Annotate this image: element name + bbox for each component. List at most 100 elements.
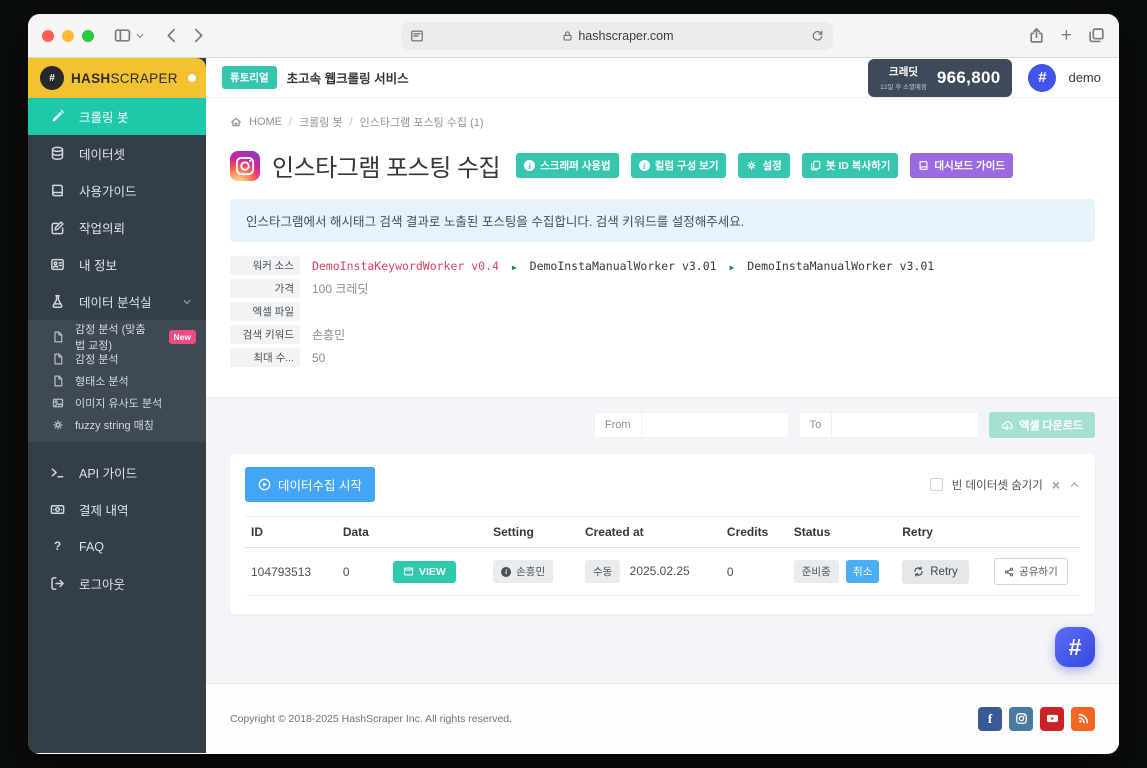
to-label: To [798,412,832,438]
credit-badge[interactable]: 크레딧 12일 후 소멸예정 966,800 [868,58,1013,97]
reload-icon[interactable] [811,29,824,42]
user-avatar[interactable]: # [1028,63,1057,92]
service-tagline: 초고속 웹크롤링 서비스 [286,72,409,86]
start-collection-button[interactable]: 데이터수집 시작 [245,467,375,502]
close-icon[interactable]: × [1052,478,1060,492]
results-section: From To 엑셀 다운로드 데이터수집 시작 빈 데이터셋 숨기기 × ID… [206,397,1119,683]
chevron-down-icon[interactable] [135,31,145,41]
info-icon: i [638,160,650,171]
dataset-card-toolbar: 데이터수집 시작 빈 데이터셋 숨기기 × [245,467,1080,502]
breadcrumb-home[interactable]: HOME [249,116,282,128]
desktop-background: hashscraper.com + # HASHSCRAPER 크롤링 봇 데이… [0,0,1147,768]
worker-source-link[interactable]: DemoInstaKeywordWorker v0.4 [312,259,499,273]
forward-icon[interactable] [190,27,207,44]
sidebar-item-my-info[interactable]: 내 정보 [28,246,206,283]
divider [28,442,206,454]
chevron-up-icon[interactable] [1069,479,1080,490]
sidebar-item-logout[interactable]: 로그아웃 [28,565,206,602]
detail-worker-source: 워커 소스 DemoInstaKeywordWorker v0.4 ▶ Demo… [230,256,1095,275]
minimize-window-button[interactable] [62,29,74,42]
share-page-icon[interactable] [1028,27,1045,44]
col-view [386,516,488,548]
instagram-icon[interactable] [1009,706,1033,731]
facebook-icon[interactable]: f [978,706,1002,731]
app-header: 튜토리얼 초고속 웹크롤링 서비스 크레딧 12일 후 소멸예정 966,800… [206,58,1119,98]
sidebar-item-user-guide[interactable]: 사용가이드 [28,172,206,209]
rss-icon[interactable] [1071,706,1095,731]
close-window-button[interactable] [42,29,54,42]
flask-icon [50,294,65,309]
scraper-usage-button[interactable]: i 스크래퍼 사용법 [516,153,619,178]
sidebar-item-api-guide[interactable]: API 가이드 [28,454,206,491]
data-lab-submenu: 감정 분석 (맞춤법 교정) New 감정 분석 형태소 분석 이미지 유사도 … [28,320,206,442]
dataset-table: ID Data Setting Created at Credits Statu… [245,516,1080,596]
new-tab-icon[interactable]: + [1061,26,1072,45]
share-button[interactable]: 공유하기 [994,558,1068,585]
gear-icon [746,160,757,171]
home-icon[interactable] [230,116,242,128]
dataset-card: 데이터수집 시작 빈 데이터셋 숨기기 × ID Data Setting Cr… [230,454,1095,614]
chat-widget-button[interactable]: # [1055,627,1095,667]
show-tabs-icon[interactable] [1088,27,1105,44]
back-icon[interactable] [163,27,180,44]
retry-button[interactable]: Retry [902,559,969,584]
breadcrumb-section[interactable]: 크롤링 봇 [299,114,343,130]
sidebar-item-data-lab[interactable]: 데이터 분석실 [28,283,206,320]
file-icon [52,375,64,387]
sidebar-collapse-dot[interactable] [188,74,196,82]
submenu-morpheme[interactable]: 형태소 분석 [28,370,206,392]
status-cancel-badge[interactable]: 취소 [846,560,880,583]
copy-bot-id-button[interactable]: 봇 ID 복사하기 [801,153,899,178]
question-icon: ? [53,539,62,553]
cell-status: 준비중 취소 [787,547,897,596]
view-button[interactable]: VIEW [392,560,456,583]
zoom-window-button[interactable] [82,29,94,42]
detail-max-count: 최대 수... 50 [230,348,1095,367]
from-date-input[interactable] [640,412,789,438]
cell-data-count: 0 [336,547,387,596]
hide-empty-checkbox[interactable] [929,478,943,491]
sidebar: # HASHSCRAPER 크롤링 봇 데이터셋 사용가이드 작업의뢰 내 정보… [28,58,206,753]
submenu-sentiment-spellcheck[interactable]: 감정 분석 (맞춤법 교정) New [28,324,206,352]
from-label: From [593,412,641,438]
sidebar-item-crawling-bot[interactable]: 크롤링 봇 [28,98,206,135]
file-icon [52,331,64,343]
bot-details: 워커 소스 DemoInstaKeywordWorker v0.4 ▶ Demo… [230,256,1095,397]
sidebar-item-faq[interactable]: ? FAQ [28,528,206,565]
submenu-image-similarity[interactable]: 이미지 유사도 분석 [28,392,206,414]
sidebar-logo[interactable]: # HASHSCRAPER [28,58,206,98]
to-date-input[interactable] [831,412,980,438]
page-title: 인스타그램 포스팅 수집 [272,155,501,182]
submenu-fuzzy-string[interactable]: fuzzy string 매칭 [28,414,206,436]
cell-id: 104793513 [245,547,337,596]
setting-badge[interactable]: i 손흥민 [493,560,554,583]
col-retry: Retry [896,516,989,548]
breadcrumb: HOME / 크롤링 봇 / 인스타그램 포스팅 수집 (1) [230,98,1095,130]
sidebar-item-payments[interactable]: 결제 내역 [28,491,206,528]
sidebar-item-dataset[interactable]: 데이터셋 [28,135,206,172]
submenu-sentiment[interactable]: 감정 분석 [28,348,206,370]
credit-amount: 966,800 [936,67,1001,87]
sidebar-toggle-icon[interactable] [114,27,131,44]
id-card-icon [50,257,65,272]
sidebar-item-work-request[interactable]: 작업의뢰 [28,209,206,246]
cogs-icon [52,419,64,431]
column-config-button[interactable]: i 컬럼 구성 보기 [630,153,727,178]
database-icon [50,146,65,161]
dashboard-guide-button[interactable]: 대시보드 가이드 [910,153,1013,178]
instagram-icon [230,150,260,181]
settings-button[interactable]: 설정 [738,153,790,178]
reader-view-icon[interactable] [410,29,424,43]
share-icon [1004,567,1014,577]
col-setting: Setting [487,516,579,548]
username[interactable]: demo [1068,70,1101,85]
cell-retry: Retry [896,547,989,596]
excel-download-button[interactable]: 엑셀 다운로드 [989,412,1095,438]
tutorial-badge[interactable]: 튜토리얼 [222,66,277,89]
cell-setting: i 손흥민 [487,547,579,596]
youtube-icon[interactable] [1040,706,1064,731]
page-footer: Copyright © 2018-2025 HashScraper Inc. A… [206,683,1119,753]
info-icon: i [524,160,536,171]
page-title-row: 인스타그램 포스팅 수집 i 스크래퍼 사용법 i 컬럼 구성 보기 설정 봇 … [230,148,1095,183]
address-bar[interactable]: hashscraper.com [401,21,834,50]
